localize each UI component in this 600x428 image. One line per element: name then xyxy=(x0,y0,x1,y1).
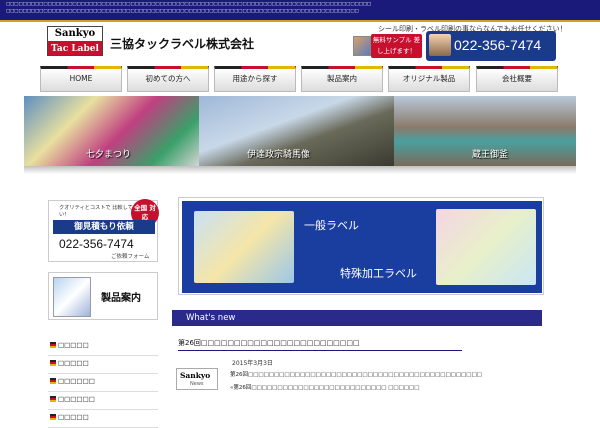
banner-caption-okama: 蔵王御釜 xyxy=(472,150,509,160)
products-thumbnail xyxy=(53,277,91,317)
main-nav: HOME 初めての方へ 用途から探す 製品案内 オリジナル製品 会社概要 xyxy=(40,66,560,92)
nav-original-products[interactable]: オリジナル製品 xyxy=(388,66,470,92)
logo-text-taclabel: Tac Label xyxy=(51,44,99,54)
banner-caption-masamune: 伊達政宗騎馬像 xyxy=(247,150,311,160)
sidebar-link-label: □□□□□ xyxy=(58,341,89,349)
sidebar-link[interactable]: □□□□□ xyxy=(48,410,158,428)
nav-home[interactable]: HOME xyxy=(40,66,122,92)
company-name: 三協タックラベル株式会社 xyxy=(110,37,255,51)
general-label-image xyxy=(194,211,294,283)
free-sample-badge: 無料サンプル 差し上げます！ xyxy=(371,34,422,58)
top-info-text: □□□□□□□□□□□□□□□□□□□□□□□□□□□□□□□□□□□□□□□□… xyxy=(6,2,372,14)
sidebar-link-label: □□□□□ xyxy=(58,359,89,367)
products-card[interactable]: 製品案内 xyxy=(48,272,158,320)
banner-panel-okama: 蔵王御釜 xyxy=(394,96,576,166)
nav-first-time[interactable]: 初めての方へ xyxy=(127,66,209,92)
sidebar-link-label: □□□□□□ xyxy=(58,395,95,403)
flag-bullet-icon xyxy=(50,396,56,402)
operator-photo xyxy=(429,34,451,56)
top-info-bar: □□□□□□□□□□□□□□□□□□□□□□□□□□□□□□□□□□□□□□□□… xyxy=(0,0,600,22)
nav-by-use[interactable]: 用途から探す xyxy=(214,66,296,92)
sidebar-link[interactable]: □□□□□ xyxy=(48,356,158,374)
banner-panel-tanabata: 七夕まつり xyxy=(24,96,199,166)
whats-new-heading: What's new xyxy=(172,310,542,326)
sidebar-link[interactable]: □□□□□□ xyxy=(48,374,158,392)
sidebar-link-label: □□□□□ xyxy=(58,413,89,421)
company-logo[interactable]: Sankyo Tac Label xyxy=(47,26,103,56)
sidebar-links: □□□□□ □□□□□ □□□□□□ □□□□□□ □□□□□ xyxy=(48,338,158,428)
flag-bullet-icon xyxy=(50,342,56,348)
flag-bullet-icon xyxy=(50,360,56,366)
banner-panel-masamune: 伊達政宗騎馬像 xyxy=(199,96,394,166)
estimate-request-card[interactable]: クオリティとコストで 比較してください！ 全国 対応 御見積もり依頼 022-3… xyxy=(48,199,159,262)
nav-products[interactable]: 製品案内 xyxy=(301,66,383,92)
flag-bullet-icon xyxy=(50,414,56,420)
sidebar-link[interactable]: □□□□□□ xyxy=(48,392,158,410)
free-sample-banner[interactable]: 無料サンプル 差し上げます！ xyxy=(353,34,423,58)
nav-company[interactable]: 会社概要 xyxy=(476,66,558,92)
news-body-line: «第26回□□□□□□□□□□□□□□□□□□□□□□□□□□ □□□□□□ xyxy=(230,385,420,391)
sample-thumbnail xyxy=(353,36,371,56)
news-title-link[interactable]: 第26回□□□□□□□□□□□□□□□□□□□□□□□□ xyxy=(178,338,462,351)
feature-background: 一般ラベル 特殊加工ラベル xyxy=(182,201,542,293)
flag-bullet-icon xyxy=(50,378,56,384)
news-logo: Sankyo News xyxy=(176,368,218,390)
news-logo-sankyo: Sankyo xyxy=(180,371,211,380)
sidebar-link-label: □□□□□□ xyxy=(58,377,95,385)
sidebar-link[interactable]: □□□□□ xyxy=(48,338,158,356)
news-logo-news: News xyxy=(190,381,204,387)
logo-text-sankyo: Sankyo xyxy=(48,27,102,41)
estimate-form-link[interactable]: ご依頼フォーム xyxy=(111,252,149,260)
banner-caption-tanabata: 七夕まつり xyxy=(86,150,132,160)
banner-shadow xyxy=(24,166,576,174)
estimate-title: 御見積もり依頼 xyxy=(53,220,155,234)
news-date: 2015年3月3日 xyxy=(232,360,273,367)
news-body-line: 第26回□□□□□□□□□□□□□□□□□□□□□□□□□□□□□□□□□□□□… xyxy=(230,372,482,378)
header-phone-box[interactable]: 022-356-7474 xyxy=(426,31,556,61)
special-label-image xyxy=(436,209,536,285)
general-label-title: 一般ラベル xyxy=(304,219,359,232)
estimate-phone: 022-356-7474 xyxy=(59,237,134,251)
header-phone-number: 022-356-7474 xyxy=(454,37,542,53)
site-header: Sankyo Tac Label 三協タックラベル株式会社 シール印刷・ラベル印… xyxy=(40,22,567,62)
special-label-title: 特殊加工ラベル xyxy=(340,267,417,280)
products-card-label: 製品案内 xyxy=(101,293,141,304)
label-feature-banner[interactable]: 一般ラベル 特殊加工ラベル xyxy=(178,197,544,295)
hero-banner: 七夕まつり 伊達政宗騎馬像 蔵王御釜 xyxy=(24,96,576,166)
